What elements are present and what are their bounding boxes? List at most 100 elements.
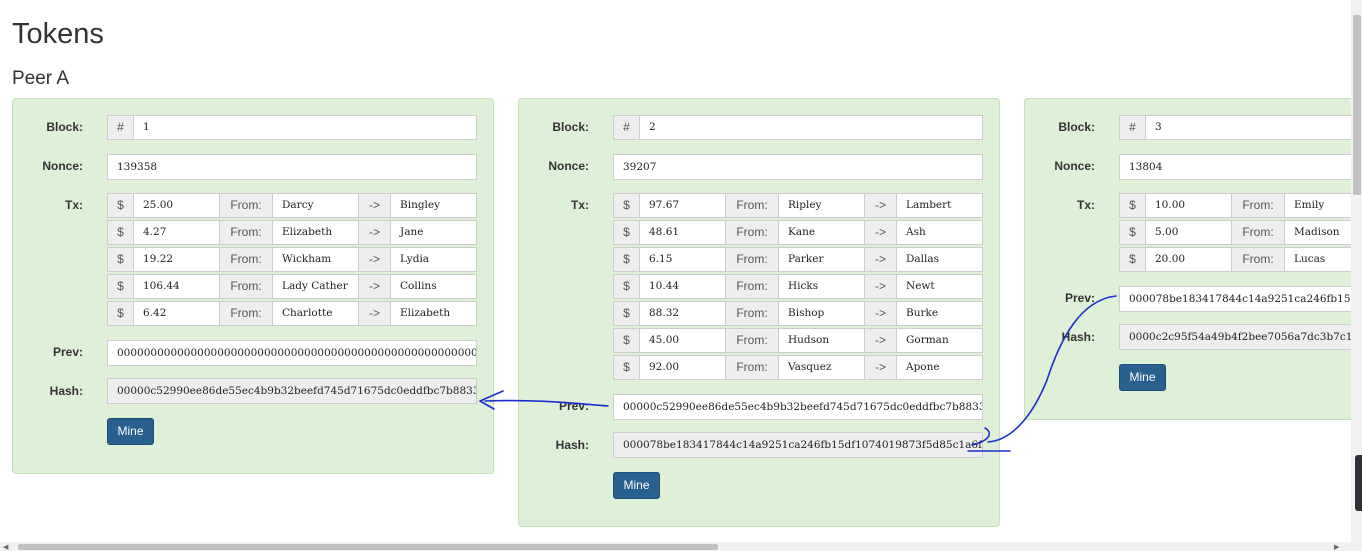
prev-label: Prev: [52, 345, 83, 359]
scroll-left-icon[interactable]: ◀ [3, 543, 8, 551]
horizontal-scrollbar-thumb[interactable] [18, 544, 718, 550]
tx-amount-input[interactable]: 10.00 [1145, 193, 1232, 218]
tx-to-input[interactable]: Ash [896, 220, 983, 245]
tx-to-input[interactable]: Newt [896, 274, 983, 299]
amount-prefix: $ [107, 301, 134, 326]
tx-from-input[interactable]: Lady Cather [272, 274, 359, 299]
amount-prefix: $ [107, 193, 134, 218]
hash-label: Hash: [49, 384, 83, 398]
tx-amount-input[interactable]: 20.00 [1145, 247, 1232, 272]
nonce-input[interactable]: 39207 [613, 154, 983, 180]
tx-to-input[interactable]: Apone [896, 355, 983, 380]
tx-from-input[interactable]: Ripley [778, 193, 865, 218]
scroll-right-icon[interactable]: ▶ [1334, 543, 1339, 551]
from-label: From: [1231, 247, 1285, 272]
tx-amount-input[interactable]: 5.00 [1145, 220, 1232, 245]
side-panel-tab[interactable] [1355, 455, 1362, 511]
mine-button[interactable]: Mine [1119, 364, 1166, 391]
tx-from-input[interactable]: Hudson [778, 328, 865, 353]
tx-amount-input[interactable]: 6.15 [639, 247, 726, 272]
tx-from-input[interactable]: Lucas [1284, 247, 1351, 272]
tx-amount-input[interactable]: 4.27 [133, 220, 220, 245]
tx-from-input[interactable]: Vasquez [778, 355, 865, 380]
nonce-input[interactable]: 13804 [1119, 154, 1351, 180]
block-label: Block: [1058, 120, 1095, 134]
tx-amount-input[interactable]: 106.44 [133, 274, 220, 299]
tx-amount-input[interactable]: 6.42 [133, 301, 220, 326]
amount-prefix: $ [107, 274, 134, 299]
from-label: From: [219, 193, 273, 218]
tx-to-input[interactable]: Lambert [896, 193, 983, 218]
block-number-prefix: # [107, 115, 134, 140]
amount-prefix: $ [107, 247, 134, 272]
tx-from-input[interactable]: Madison [1284, 220, 1351, 245]
block-number-prefix: # [613, 115, 640, 140]
prev-hash-input[interactable]: 000078be183417844c14a9251ca246fb15df1 [1119, 286, 1351, 312]
prev-hash-input[interactable]: 00000c52990ee86de55ec4b9b32beefd745d7167… [613, 394, 983, 420]
tx-label: Tx: [65, 198, 83, 212]
tx-amount-input[interactable]: 19.22 [133, 247, 220, 272]
tx-amount-input[interactable]: 25.00 [133, 193, 220, 218]
tx-amount-input[interactable]: 97.67 [639, 193, 726, 218]
block-label: Block: [46, 120, 83, 134]
amount-prefix: $ [613, 328, 640, 353]
from-label: From: [725, 274, 779, 299]
tx-to-input[interactable]: Gorman [896, 328, 983, 353]
arrow-label: -> [358, 274, 391, 299]
tx-from-input[interactable]: Hicks [778, 274, 865, 299]
prev-label: Prev: [1064, 291, 1095, 305]
tx-from-input[interactable]: Kane [778, 220, 865, 245]
tx-from-input[interactable]: Darcy [272, 193, 359, 218]
vertical-scrollbar-thumb[interactable] [1353, 15, 1361, 195]
from-label: From: [725, 220, 779, 245]
block-label: Block: [552, 120, 589, 134]
nonce-input[interactable]: 139358 [107, 154, 477, 180]
page-title: Tokens [12, 18, 104, 50]
tx-amount-input[interactable]: 10.44 [639, 274, 726, 299]
tx-amount-input[interactable]: 45.00 [639, 328, 726, 353]
tx-amount-input[interactable]: 48.61 [639, 220, 726, 245]
amount-prefix: $ [1119, 247, 1146, 272]
tx-amount-input[interactable]: 88.32 [639, 301, 726, 326]
from-label: From: [219, 274, 273, 299]
amount-prefix: $ [1119, 193, 1146, 218]
from-label: From: [1231, 220, 1285, 245]
tx-amount-input[interactable]: 92.00 [639, 355, 726, 380]
tx-to-input[interactable]: Lydia [390, 247, 477, 272]
tx-from-input[interactable]: Elizabeth [272, 220, 359, 245]
block-number-prefix: # [1119, 115, 1146, 140]
tx-to-input[interactable]: Bingley [390, 193, 477, 218]
nonce-label: Nonce: [42, 159, 83, 173]
tx-from-input[interactable]: Wickham [272, 247, 359, 272]
block-number-input[interactable]: 1 [133, 115, 477, 140]
from-label: From: [725, 355, 779, 380]
amount-prefix: $ [613, 355, 640, 380]
prev-hash-input[interactable]: 0000000000000000000000000000000000000000… [107, 340, 477, 366]
tx-to-input[interactable]: Collins [390, 274, 477, 299]
block-number-input[interactable]: 2 [639, 115, 983, 140]
arrow-label: -> [864, 274, 897, 299]
tx-to-input[interactable]: Elizabeth [390, 301, 477, 326]
from-label: From: [219, 220, 273, 245]
amount-prefix: $ [613, 274, 640, 299]
tx-from-input[interactable]: Parker [778, 247, 865, 272]
tx-to-input[interactable]: Jane [390, 220, 477, 245]
arrow-label: -> [864, 220, 897, 245]
arrow-label: -> [864, 247, 897, 272]
nonce-label: Nonce: [1054, 159, 1095, 173]
tx-to-input[interactable]: Burke [896, 301, 983, 326]
amount-prefix: $ [613, 193, 640, 218]
mine-button[interactable]: Mine [613, 472, 660, 499]
arrow-label: -> [864, 355, 897, 380]
tx-from-input[interactable]: Bishop [778, 301, 865, 326]
from-label: From: [219, 247, 273, 272]
tx-from-input[interactable]: Charlotte [272, 301, 359, 326]
hash-output: 0000c2c95f54a49b4f2bee7056a7dc3b7c1a4 [1119, 324, 1351, 350]
block-number-input[interactable]: 3 [1145, 115, 1351, 140]
tx-to-input[interactable]: Dallas [896, 247, 983, 272]
peer-title: Peer A [12, 68, 70, 89]
mine-button[interactable]: Mine [107, 418, 154, 445]
from-label: From: [725, 247, 779, 272]
arrow-label: -> [864, 328, 897, 353]
tx-from-input[interactable]: Emily [1284, 193, 1351, 218]
